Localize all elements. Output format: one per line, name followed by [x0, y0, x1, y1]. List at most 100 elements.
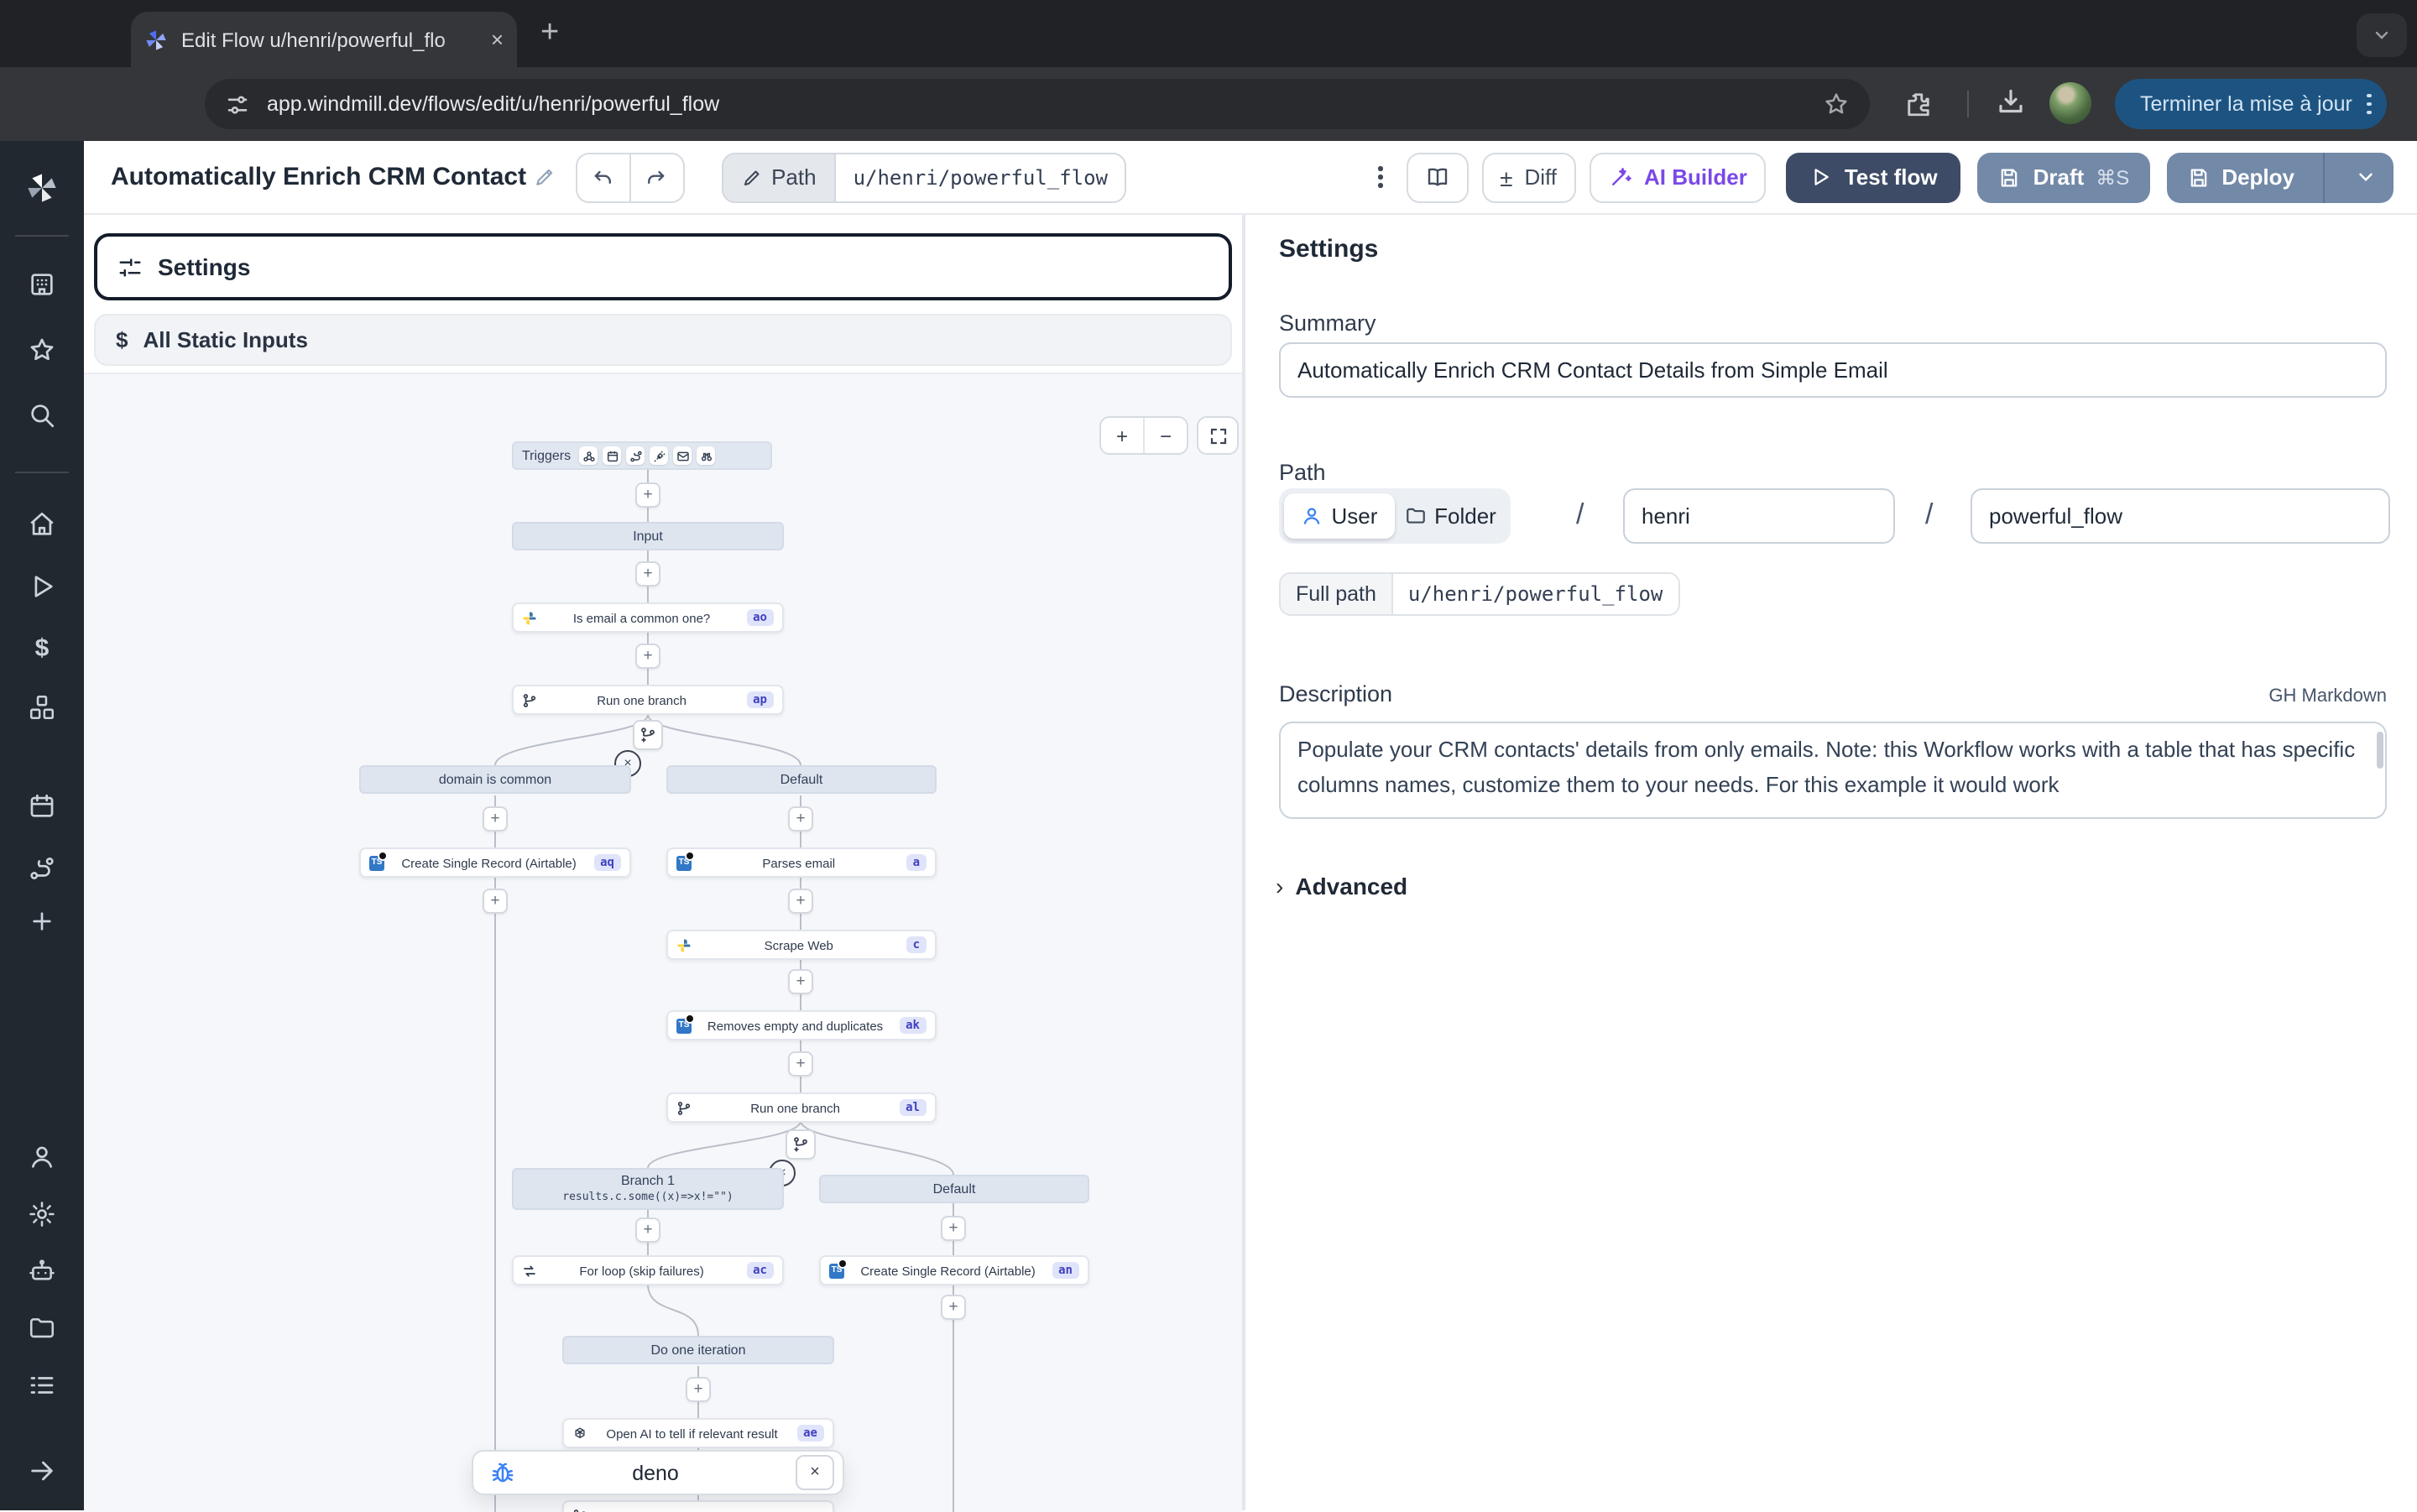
variables-dollar-icon[interactable]: $ — [35, 634, 50, 663]
branch-header-default[interactable]: Default — [666, 765, 937, 794]
search-icon[interactable] — [28, 401, 56, 430]
do-one-iteration-header[interactable]: Do one iteration — [562, 1336, 834, 1364]
avatar[interactable] — [2049, 82, 2091, 124]
add-step-button[interactable]: + — [788, 889, 813, 914]
add-step-button[interactable]: + — [483, 889, 508, 914]
favorites-star-icon[interactable] — [28, 336, 56, 364]
redo-button[interactable] — [629, 154, 682, 201]
browser-update-button[interactable]: Terminer la mise à jour — [2115, 79, 2387, 129]
extensions-puzzle-icon[interactable] — [1903, 89, 1934, 119]
settings-card[interactable]: Settings — [94, 233, 1232, 300]
input-node[interactable]: Input — [512, 522, 784, 550]
branch-header-domain-is-common[interactable]: domain is common — [359, 765, 631, 794]
watch-binoculars-icon[interactable] — [697, 446, 715, 465]
draft-button[interactable]: Draft ⌘S — [1978, 152, 2150, 202]
test-flow-button[interactable]: Test flow — [1786, 152, 1961, 202]
address-bar[interactable]: app.windmill.dev/flows/edit/u/henri/powe… — [205, 79, 1870, 129]
branch-header-branch-1[interactable]: Branch 1 results.c.some((x)=>x!="") — [512, 1168, 784, 1210]
step-node-for-loop[interactable]: For loop (skip failures) ac — [512, 1255, 784, 1285]
add-plus-icon[interactable] — [29, 908, 55, 935]
download-icon[interactable] — [1996, 87, 2026, 117]
tab-close-icon[interactable]: × — [491, 29, 504, 50]
step-node-run-one-branch-2[interactable]: Run one branch al — [666, 1092, 937, 1123]
add-step-button[interactable]: + — [941, 1216, 966, 1241]
flow-graph-canvas[interactable]: + − Triggers + Input + Is email a common… — [84, 373, 1242, 1512]
settings-panel: Settings Summary Path User Folder / / Fu… — [1244, 215, 2417, 1510]
home-icon[interactable] — [28, 510, 56, 539]
folders-icon[interactable] — [28, 1314, 56, 1343]
triggers-node[interactable]: Triggers — [512, 441, 772, 470]
zoom-in-button[interactable]: + — [1101, 418, 1143, 453]
step-node-is-email-common[interactable]: Is email a common one? ao — [512, 602, 784, 633]
edit-title-pencil-icon[interactable] — [533, 166, 555, 188]
routes-icon[interactable] — [28, 854, 56, 883]
browser-tab[interactable]: Edit Flow u/henri/powerful_flo × — [131, 12, 517, 67]
flow-outline-panel: Settings $ All Static Inputs — [84, 215, 1242, 373]
undo-button[interactable] — [577, 154, 629, 201]
add-step-button[interactable]: + — [635, 644, 660, 669]
add-step-button[interactable]: + — [788, 1051, 813, 1077]
branch-header-default-2[interactable]: Default — [819, 1175, 1089, 1203]
windmill-logo-icon[interactable] — [25, 171, 59, 205]
email-icon[interactable] — [673, 446, 692, 465]
path-separator: / — [1576, 498, 1584, 532]
add-step-button[interactable]: + — [483, 806, 508, 832]
path-owner-input[interactable] — [1623, 488, 1895, 544]
settings-gear-icon[interactable] — [28, 1200, 56, 1228]
ai-builder-button[interactable]: AI Builder — [1589, 152, 1766, 202]
websocket-plug-icon[interactable] — [650, 446, 668, 465]
step-node-openai-relevant[interactable]: Open AI to tell if relevant result ae — [562, 1418, 834, 1448]
add-step-button[interactable]: + — [635, 561, 660, 587]
step-node-parses-email[interactable]: TS Parses email a — [666, 847, 937, 878]
browser-menu-kebab-icon[interactable] — [2367, 93, 2372, 115]
description-textarea[interactable]: Populate your CRM contacts' details from… — [1279, 722, 2387, 819]
resources-cubes-icon[interactable] — [28, 693, 56, 722]
workspace-icon[interactable] — [28, 270, 56, 299]
add-step-button[interactable]: + — [635, 482, 660, 508]
docs-book-button[interactable] — [1406, 152, 1468, 202]
add-step-button[interactable]: + — [686, 1377, 711, 1402]
summary-input[interactable] — [1279, 342, 2387, 398]
all-static-inputs-card[interactable]: $ All Static Inputs — [94, 314, 1232, 366]
bookmark-star-icon[interactable] — [1823, 91, 1850, 117]
header-kebab-menu[interactable] — [1378, 166, 1382, 188]
webhook-icon[interactable] — [579, 446, 598, 465]
step-node-removes-empty-duplicates[interactable]: TS Removes empty and duplicates ak — [666, 1010, 937, 1040]
magic-wand-icon — [1607, 164, 1632, 190]
step-node-create-single-record[interactable]: TS Create Single Record (Airtable) aq — [359, 847, 631, 878]
window-chevron-button[interactable] — [2357, 13, 2407, 57]
schedules-calendar-icon[interactable] — [28, 792, 56, 821]
step-node-scrape-web[interactable]: Scrape Web c — [666, 930, 937, 960]
new-tab-button[interactable]: + — [540, 15, 559, 52]
step-node-create-single-record-2[interactable]: TS Create Single Record (Airtable) an — [819, 1255, 1089, 1285]
tune-icon[interactable] — [225, 91, 250, 117]
add-step-button[interactable]: + — [788, 969, 813, 994]
user-icon[interactable] — [28, 1143, 56, 1171]
route-icon[interactable] — [626, 446, 645, 465]
add-step-button[interactable]: + — [941, 1295, 966, 1320]
zoom-out-button[interactable]: − — [1143, 418, 1187, 453]
step-node-run-one-branch[interactable]: Run one branch ap — [512, 685, 784, 715]
add-branch-button[interactable] — [633, 720, 663, 750]
user-toggle-option[interactable]: User — [1284, 493, 1395, 539]
popup-close-button[interactable]: × — [796, 1455, 834, 1490]
runs-play-icon[interactable] — [28, 572, 56, 601]
add-step-button[interactable]: + — [635, 1217, 660, 1243]
path-chip[interactable]: Path u/henri/powerful_flow — [721, 152, 1126, 202]
add-branch-button[interactable] — [786, 1129, 816, 1160]
description-scrollbar[interactable] — [2377, 732, 2383, 769]
fullscreen-button[interactable] — [1197, 416, 1239, 455]
expand-sidebar-arrow-icon[interactable] — [28, 1457, 56, 1485]
deploy-dropdown-button[interactable] — [2336, 166, 2394, 188]
schedule-icon[interactable] — [603, 446, 621, 465]
deno-popup[interactable]: deno × — [472, 1450, 844, 1495]
folder-toggle-option[interactable]: Folder — [1395, 493, 1506, 539]
deploy-button[interactable]: Deploy — [2166, 152, 2394, 202]
workers-robot-icon[interactable] — [28, 1257, 56, 1285]
path-name-input[interactable] — [1971, 488, 2390, 544]
branch-plus-icon — [792, 1136, 809, 1153]
add-step-button[interactable]: + — [788, 806, 813, 832]
diff-button[interactable]: ± Diff — [1481, 152, 1575, 202]
advanced-disclosure[interactable]: › Advanced — [1276, 873, 1407, 899]
audit-logs-icon[interactable] — [28, 1371, 56, 1400]
